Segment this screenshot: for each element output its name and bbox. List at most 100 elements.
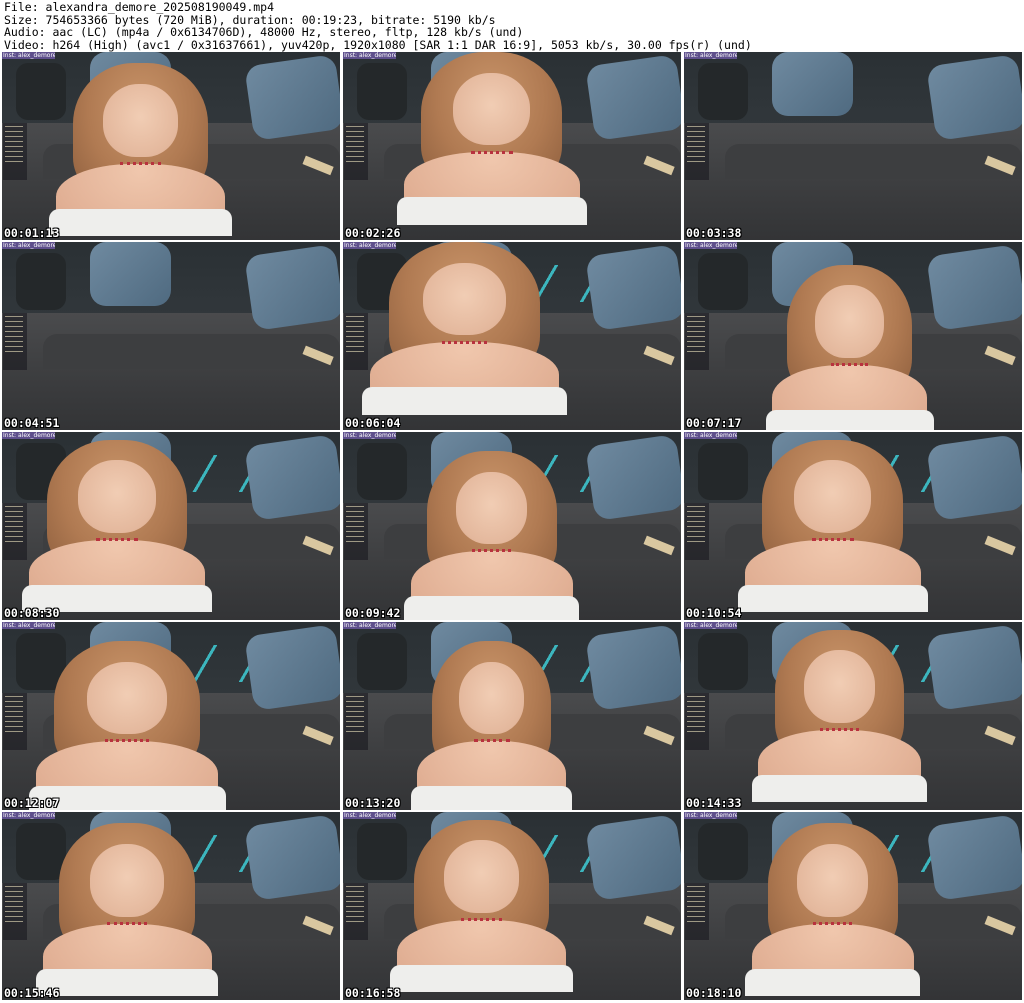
video-thumbnail: Inst: alex_demore 00:15:46 <box>2 812 340 1000</box>
dark-pillow <box>697 253 749 310</box>
stream-panel <box>3 693 27 750</box>
pillow <box>584 53 681 141</box>
thumbnail-grid: Inst: alex_demore 00:01:13 Inst: alex_demo… <box>2 52 1022 1000</box>
instagram-overlay: Inst: alex_demore <box>2 432 55 439</box>
dark-pillow <box>356 633 408 690</box>
instagram-overlay: Inst: alex_demore <box>343 622 396 629</box>
video-thumbnail: Inst: alex_demore 00:12:07 <box>2 622 340 810</box>
pillow <box>925 243 1022 331</box>
timestamp: 00:03:38 <box>686 226 742 240</box>
person <box>411 640 573 810</box>
pillow <box>925 813 1022 901</box>
video-thumbnail: Inst: alex_demore 00:06:04 <box>343 242 681 430</box>
pillow <box>925 53 1022 141</box>
timestamp: 00:09:42 <box>345 606 401 620</box>
dark-pillow <box>697 633 749 690</box>
person <box>22 439 212 613</box>
person <box>362 242 567 415</box>
instagram-overlay: Inst: alex_demore <box>2 242 55 249</box>
stream-panel <box>344 313 368 370</box>
person <box>35 823 219 997</box>
video-thumbnail: Inst: alex_demore 00:14:33 <box>684 622 1022 810</box>
stream-panel <box>685 123 709 180</box>
timestamp: 00:06:04 <box>345 416 401 430</box>
dark-pillow <box>356 63 408 120</box>
video-thumbnail: Inst: alex_demore 00:07:17 <box>684 242 1022 430</box>
stream-panel <box>685 693 709 750</box>
pillow <box>925 433 1022 521</box>
file-name-line: File: alexandra_demore_202508190049.mp4 <box>4 0 275 14</box>
pillow <box>243 53 340 141</box>
pillow <box>584 623 681 711</box>
person <box>28 640 226 810</box>
instagram-overlay: Inst: alex_demore <box>343 432 396 439</box>
stream-panel <box>344 693 368 750</box>
pillow <box>243 433 340 521</box>
dark-pillow <box>697 823 749 880</box>
timestamp: 00:04:51 <box>4 416 60 430</box>
video-thumbnail: Inst: alex_demore 00:18:10 <box>684 812 1022 1000</box>
instagram-overlay: Inst: alex_demore <box>2 52 55 59</box>
stream-panel <box>685 883 709 940</box>
dark-pillow <box>15 253 67 310</box>
instagram-overlay: Inst: alex_demore <box>684 622 737 629</box>
video-thumbnail: Inst: alex_demore 00:16:58 <box>343 812 681 1000</box>
video-thumbnail: Inst: alex_demore 00:02:26 <box>343 52 681 240</box>
stream-panel <box>344 883 368 940</box>
person <box>49 63 232 237</box>
video-thumbnail: Inst: alex_demore 00:01:13 <box>2 52 340 240</box>
person <box>765 264 934 430</box>
pillow <box>243 813 340 901</box>
stream-panel <box>3 883 27 940</box>
timestamp: 00:15:46 <box>4 986 60 1000</box>
person <box>737 439 928 613</box>
timestamp: 00:12:07 <box>4 796 60 810</box>
instagram-overlay: Inst: alex_demore <box>343 812 396 819</box>
pillow <box>89 242 171 306</box>
couch <box>684 123 1022 240</box>
stream-panel <box>685 313 709 370</box>
instagram-overlay: Inst: alex_demore <box>343 242 396 249</box>
stream-panel <box>3 313 27 370</box>
timestamp: 00:10:54 <box>686 606 742 620</box>
video-thumbnail: Inst: alex_demore 00:10:54 <box>684 432 1022 620</box>
pillow <box>584 243 681 331</box>
pillow <box>243 243 340 331</box>
stream-panel <box>344 123 368 180</box>
pillow <box>771 52 853 116</box>
person <box>396 52 587 225</box>
pillow <box>925 623 1022 711</box>
dark-pillow <box>356 443 408 500</box>
timestamp: 00:01:13 <box>4 226 60 240</box>
person <box>390 819 573 993</box>
audio-info-line: Audio: aac (LC) (mp4a / 0x6134706D), 480… <box>4 25 524 40</box>
video-thumbnail: Inst: alex_demore 00:08:30 <box>2 432 340 620</box>
pillow <box>584 813 681 901</box>
instagram-overlay: Inst: alex_demore <box>684 52 737 59</box>
timestamp: 00:02:26 <box>345 226 401 240</box>
instagram-overlay: Inst: alex_demore <box>684 242 737 249</box>
dark-pillow <box>697 63 749 120</box>
file-info-header: File: alexandra_demore_202508190049.mp4 … <box>0 0 1024 52</box>
couch <box>2 313 340 430</box>
video-thumbnail: Inst: alex_demore 00:04:51 <box>2 242 340 430</box>
instagram-overlay: Inst: alex_demore <box>684 432 737 439</box>
video-thumbnail: Inst: alex_demore 00:09:42 <box>343 432 681 620</box>
timestamp: 00:14:33 <box>686 796 742 810</box>
stream-panel <box>3 503 27 560</box>
timestamp: 00:07:17 <box>686 416 742 430</box>
instagram-overlay: Inst: alex_demore <box>343 52 396 59</box>
timestamp: 00:13:20 <box>345 796 401 810</box>
stream-panel <box>685 503 709 560</box>
stream-panel <box>3 123 27 180</box>
person <box>751 629 928 803</box>
timestamp: 00:08:30 <box>4 606 60 620</box>
dark-pillow <box>697 443 749 500</box>
timestamp: 00:18:10 <box>686 986 742 1000</box>
stream-panel <box>344 503 368 560</box>
person <box>404 450 580 620</box>
video-info-line: Video: h264 (High) (avc1 / 0x31637661), … <box>4 37 752 52</box>
instagram-overlay: Inst: alex_demore <box>2 622 55 629</box>
video-thumbnail: Inst: alex_demore 00:03:38 <box>684 52 1022 240</box>
instagram-overlay: Inst: alex_demore <box>684 812 737 819</box>
